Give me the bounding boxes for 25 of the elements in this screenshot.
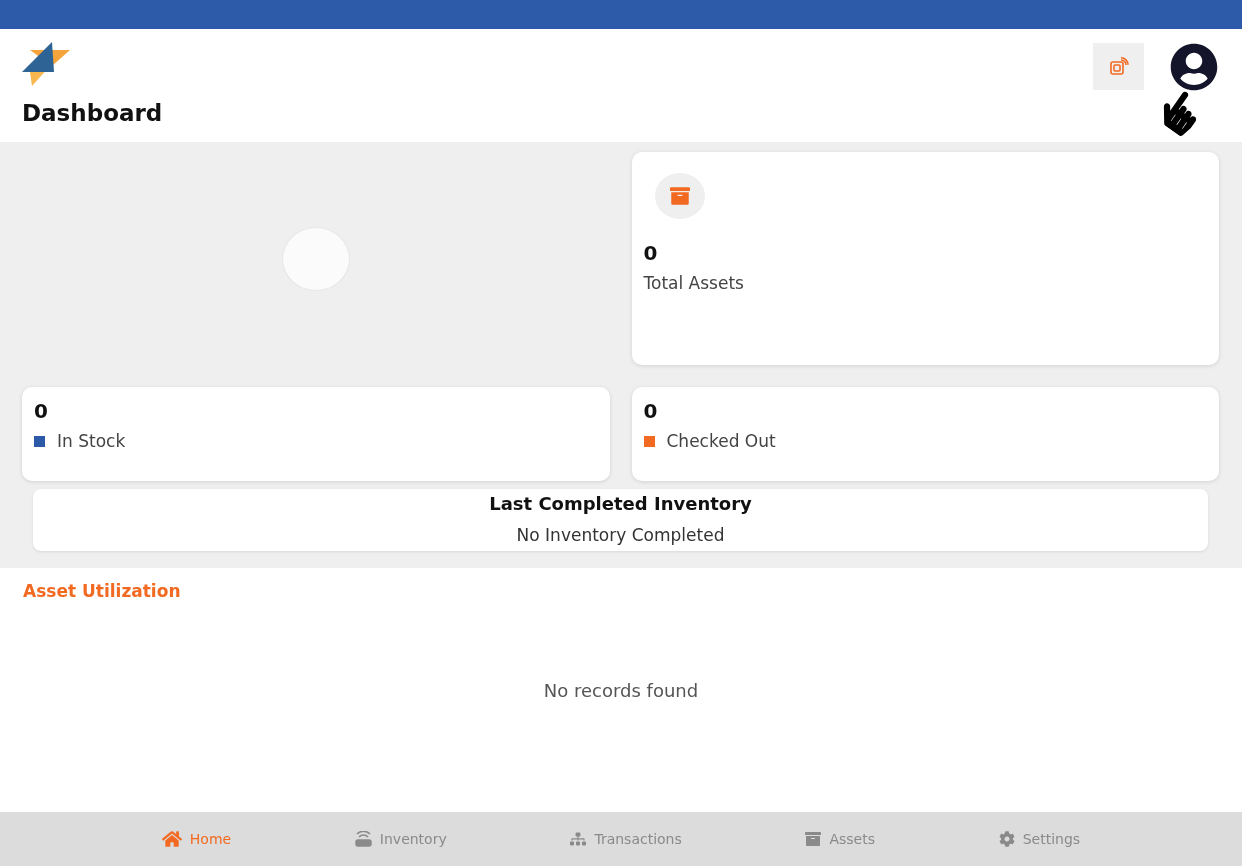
nav-tab[interactable]: Inventory: [348, 830, 453, 848]
inventory-message: No Inventory Completed: [516, 525, 725, 545]
page-title: Dashboard: [22, 100, 163, 126]
profile-button[interactable]: [1170, 43, 1218, 91]
cast-icon: [1108, 56, 1129, 77]
nav-tab[interactable]: Settings: [992, 830, 1087, 848]
home-icon: [161, 829, 182, 849]
hierarchy-icon: [570, 831, 587, 847]
total-assets-label: Total Assets: [643, 273, 745, 293]
total-assets-value: 0: [643, 241, 659, 265]
nav-tab[interactable]: Assets: [799, 830, 881, 848]
stat-value: 0: [643, 399, 659, 423]
empty-message: No records found: [543, 679, 699, 701]
nav-tab[interactable]: Transactions: [564, 830, 688, 848]
stat-value: 0: [34, 399, 49, 423]
section-title: Asset Utilization: [23, 581, 182, 601]
stat-label: Checked Out: [666, 431, 776, 451]
settings-icon: [998, 831, 1015, 847]
stat-label: In Stock: [57, 431, 126, 451]
archive-box-icon: [805, 831, 822, 847]
archive-box-icon: [669, 186, 690, 206]
inventory-title: Last Completed Inventory: [489, 493, 752, 514]
nav-tab[interactable]: Home: [155, 828, 238, 850]
router-icon: [354, 831, 372, 847]
logo-icon: [22, 42, 72, 86]
